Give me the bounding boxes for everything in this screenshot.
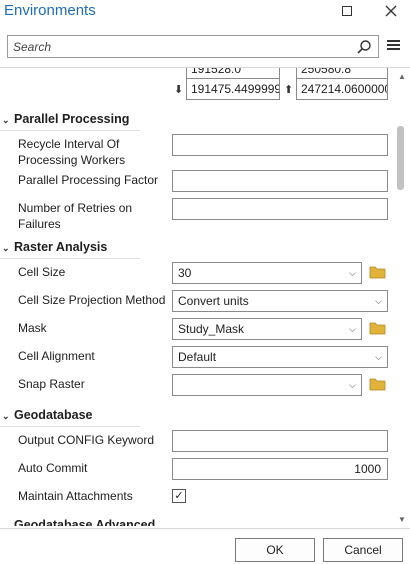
- section-underline: [0, 130, 140, 131]
- chevron-down-icon: ⌵: [375, 296, 382, 306]
- config-keyword-label: Output CONFIG Keyword: [18, 433, 155, 447]
- projection-method-label: Cell Size Projection Method: [18, 293, 166, 307]
- scroll-down-icon[interactable]: ▼: [398, 515, 406, 524]
- mask-label: Mask: [18, 321, 47, 335]
- auto-commit-label: Auto Commit: [18, 461, 88, 475]
- scrollbar-thumb[interactable]: [397, 126, 404, 190]
- recycle-interval-label: Recycle Interval Of Processing Workers: [18, 137, 126, 167]
- chevron-down-icon: ⌵: [349, 268, 356, 278]
- section-underline: [0, 258, 140, 259]
- section-title: Geodatabase: [14, 408, 93, 422]
- section-underline: [0, 426, 140, 427]
- environments-list[interactable]: 191528.0 250580.8 ⬇ 191475.44999999 ⬆ 24…: [0, 68, 410, 526]
- cell-size-label: Cell Size: [18, 265, 66, 279]
- folder-icon[interactable]: [369, 321, 386, 335]
- recycle-interval-field[interactable]: [172, 134, 388, 156]
- folder-icon[interactable]: [369, 265, 386, 279]
- parallel-factor-label: Parallel Processing Factor: [18, 173, 159, 187]
- section-parallel-processing[interactable]: ⌄ Parallel Processing: [0, 112, 129, 126]
- close-icon: [385, 5, 397, 17]
- section-geodatabase[interactable]: ⌄ Geodatabase: [0, 408, 93, 422]
- title-bar: Environments: [0, 0, 410, 24]
- section-title: Raster Analysis: [14, 240, 108, 254]
- chevron-down-icon: ⌵: [375, 352, 382, 362]
- extent-top-value-field[interactable]: 247214.06000000: [296, 78, 388, 100]
- extent-bottom-field[interactable]: 191475.44999999: [186, 78, 280, 100]
- window-title: Environments: [4, 2, 96, 19]
- cancel-button[interactable]: Cancel: [323, 538, 403, 562]
- scroll-up-icon[interactable]: ▲: [398, 72, 406, 81]
- retries-field[interactable]: [172, 198, 388, 220]
- auto-commit-field[interactable]: 1000: [172, 458, 388, 480]
- cell-alignment-select[interactable]: Default ⌵: [172, 346, 388, 368]
- snap-raster-label: Snap Raster: [18, 377, 85, 391]
- arrow-down-icon: ⬇: [174, 84, 184, 96]
- chevron-down-icon: ⌵: [349, 324, 356, 334]
- arrow-up-icon: ⬆: [284, 84, 294, 96]
- search-icon[interactable]: [356, 39, 372, 55]
- hamburger-menu-icon: [386, 40, 402, 50]
- projection-method-select[interactable]: Convert units ⌵: [172, 290, 388, 312]
- search-box: [7, 35, 379, 58]
- cell-alignment-value: Default: [178, 350, 217, 364]
- mask-value: Study_Mask: [178, 322, 245, 336]
- folder-icon[interactable]: [369, 377, 386, 391]
- chevron-down-icon: ⌵: [349, 380, 356, 390]
- projection-method-value: Convert units: [178, 294, 249, 308]
- section-raster-analysis[interactable]: ⌄ Raster Analysis: [0, 240, 107, 254]
- maintain-attachments-label: Maintain Attachments: [18, 489, 133, 503]
- cell-alignment-label: Cell Alignment: [18, 349, 95, 363]
- cell-size-value: 30: [178, 266, 192, 280]
- section-geodatabase-advanced[interactable]: ⌄ Geodatabase Advanced: [0, 518, 155, 526]
- maximize-button[interactable]: [332, 0, 362, 22]
- mask-combo[interactable]: Study_Mask ⌵: [172, 318, 362, 340]
- close-button[interactable]: [376, 0, 406, 22]
- retries-label: Number of Retries on Failures: [18, 201, 133, 231]
- divider: [0, 528, 410, 529]
- config-keyword-field[interactable]: [172, 430, 388, 452]
- chevron-down-icon: ⌄: [2, 115, 10, 125]
- chevron-down-icon: ⌄: [2, 411, 10, 421]
- section-title: Parallel Processing: [14, 112, 130, 126]
- search-input[interactable]: [8, 36, 348, 57]
- maximize-icon: [342, 6, 352, 16]
- maintain-attachments-checkbox[interactable]: ✓: [172, 489, 186, 503]
- cell-size-combo[interactable]: 30 ⌵: [172, 262, 362, 284]
- section-title: Geodatabase Advanced: [14, 518, 156, 526]
- chevron-down-icon: ⌄: [2, 521, 10, 526]
- menu-button[interactable]: [386, 38, 402, 54]
- chevron-down-icon: ⌄: [2, 243, 10, 253]
- parallel-factor-field[interactable]: [172, 170, 388, 192]
- ok-button[interactable]: OK: [235, 538, 315, 562]
- snap-raster-combo[interactable]: ⌵: [172, 374, 362, 396]
- vertical-scrollbar[interactable]: ▲ ▼: [394, 68, 410, 526]
